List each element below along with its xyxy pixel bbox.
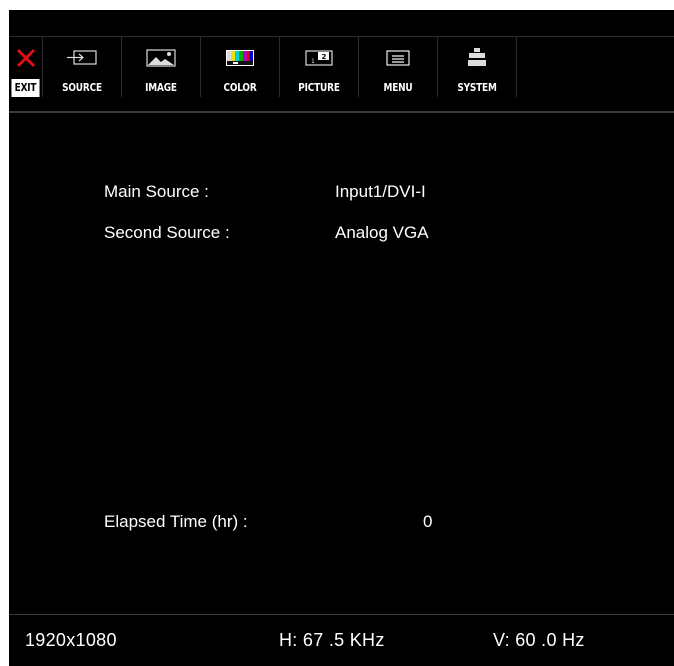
menu-icon	[359, 47, 437, 69]
second-source-value: Analog VGA	[335, 223, 429, 242]
picture-tab[interactable]: 1 2 PICTURE	[280, 37, 359, 97]
menu-tab[interactable]: MENU	[359, 37, 438, 97]
system-label: SYSTEM	[457, 82, 497, 94]
main-source-label: Main Source :	[104, 182, 209, 201]
second-source-label: Second Source :	[104, 223, 230, 242]
osd-toolbar: EXIT SOURCE IMAGE COLOR 1 2 PICTURE MENU…	[9, 37, 674, 97]
image-label: IMAGE	[145, 82, 177, 94]
osd-menu-window: EXIT SOURCE IMAGE COLOR 1 2 PICTURE MENU…	[9, 10, 674, 666]
svg-text:2: 2	[322, 53, 327, 61]
picture-in-picture-icon: 1 2	[280, 47, 358, 69]
toolbar-divider	[9, 111, 674, 113]
horizontal-frequency-readout: H: 67 .5 KHz	[279, 630, 385, 650]
resolution-readout: 1920x1080	[25, 630, 117, 650]
exit-button[interactable]: EXIT	[9, 37, 43, 97]
menu-label: MENU	[383, 82, 413, 94]
source-label: SOURCE	[62, 82, 102, 94]
elapsed-time-label: Elapsed Time (hr) :	[104, 512, 248, 531]
exit-label: EXIT	[11, 79, 40, 97]
color-bars-icon	[201, 47, 279, 69]
system-tab[interactable]: SYSTEM	[438, 37, 517, 97]
close-icon	[9, 47, 42, 69]
image-icon	[122, 47, 200, 69]
image-tab[interactable]: IMAGE	[122, 37, 201, 97]
picture-label: PICTURE	[298, 82, 340, 94]
color-tab[interactable]: COLOR	[201, 37, 280, 97]
system-icon	[438, 47, 516, 69]
color-label: COLOR	[223, 82, 257, 94]
svg-text:1: 1	[311, 58, 315, 65]
elapsed-time-value: 0	[423, 512, 433, 531]
main-source-value: Input1/DVI-I	[335, 182, 426, 201]
vertical-frequency-readout: V: 60 .0 Hz	[493, 630, 585, 650]
footer-divider	[9, 614, 674, 615]
source-tab[interactable]: SOURCE	[43, 37, 122, 97]
input-icon	[43, 47, 121, 69]
